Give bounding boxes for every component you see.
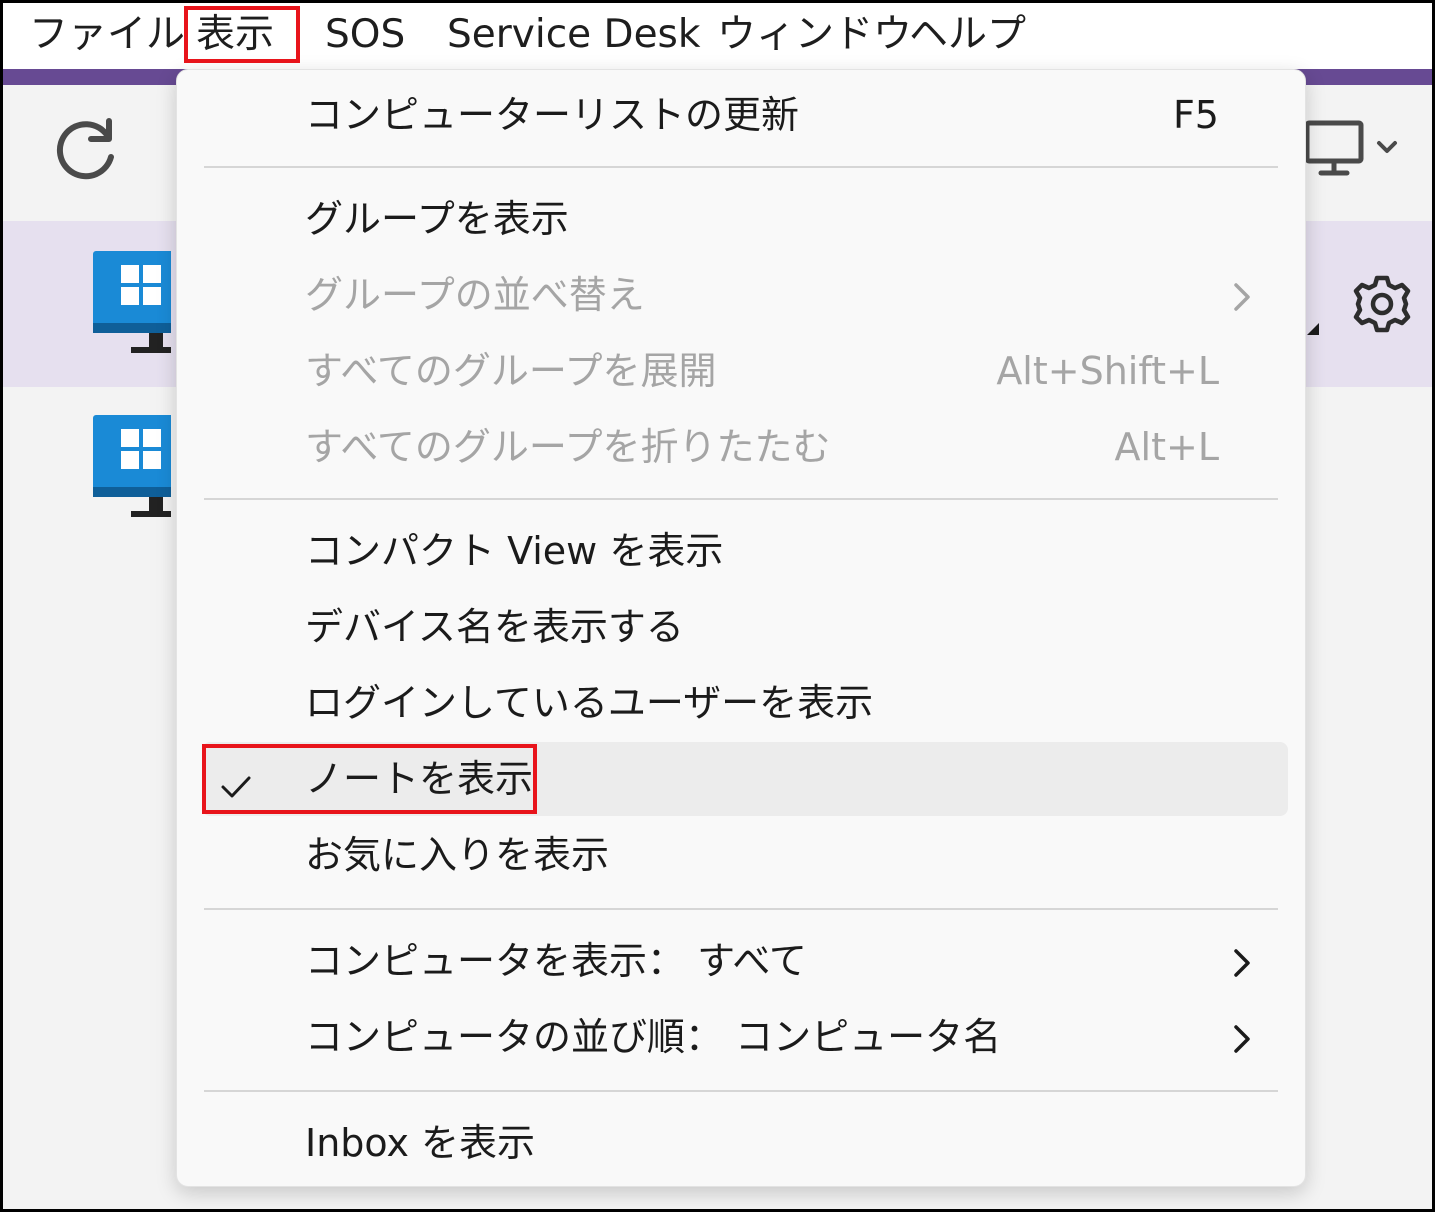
- chevron-right-icon: [1229, 277, 1255, 313]
- menu-item-expand-all-groups[interactable]: すべてのグループを展開 Alt+Shift+L: [177, 346, 1305, 396]
- chevron-right-icon: [1229, 943, 1255, 979]
- menu-item-show-computers[interactable]: コンピュータを表示： すべて: [177, 936, 1305, 986]
- menu-service-desk[interactable]: Service Desk: [447, 9, 700, 61]
- monitor-icon: [1304, 120, 1397, 176]
- menu-item-shortcut: Alt+L: [1114, 425, 1219, 469]
- menu-help[interactable]: ヘルプ: [909, 9, 1026, 61]
- menu-item-label: すべてのグループを展開: [305, 349, 717, 393]
- menu-file[interactable]: ファイル: [29, 9, 185, 61]
- menu-item-label: グループを表示: [305, 197, 569, 241]
- menu-item-show-device-name[interactable]: デバイス名を表示する: [177, 602, 1305, 652]
- menu-item-sort-computers[interactable]: コンピュータの並び順： コンピュータ名: [177, 1012, 1305, 1062]
- highlight-box-show-notes: [202, 744, 537, 814]
- menu-separator: [204, 166, 1278, 168]
- partial-icon: [1303, 315, 1323, 339]
- menu-item-label: すべてのグループを折りたたむ: [305, 425, 831, 469]
- menu-item-label: コンピュータを表示： すべて: [305, 939, 807, 983]
- menu-item-label: ログインしているユーザーを表示: [305, 681, 874, 725]
- menu-item-label: Inbox を表示: [305, 1121, 536, 1165]
- app-window: ファイル 表示 SOS Service Desk ウィンドウ ヘルプ コンピュー…: [0, 0, 1435, 1212]
- gear-icon[interactable]: [1349, 271, 1415, 337]
- menu-item-label: お気に入りを表示: [305, 833, 610, 877]
- menu-item-collapse-all-groups[interactable]: すべてのグループを折りたたむ Alt+L: [177, 422, 1305, 472]
- windows-computer-icon: [91, 411, 181, 517]
- view-menu-dropdown: コンピューターリストの更新 F5 グループを表示 グループの並べ替え すべてのグ…: [176, 69, 1306, 1187]
- menu-item-show-inbox[interactable]: Inbox を表示: [177, 1118, 1305, 1168]
- menu-item-shortcut: Alt+Shift+L: [996, 349, 1219, 393]
- windows-computer-icon: [91, 247, 181, 353]
- menu-item-label: デバイス名を表示する: [305, 605, 684, 649]
- menu-item-shortcut: F5: [1172, 93, 1219, 137]
- menu-item-label: コンピュータの並び順： コンピュータ名: [305, 1015, 1002, 1059]
- menu-separator: [204, 1090, 1278, 1092]
- menu-separator: [204, 498, 1278, 500]
- menu-item-refresh-list[interactable]: コンピューターリストの更新 F5: [177, 90, 1305, 140]
- menu-item-sort-groups[interactable]: グループの並べ替え: [177, 270, 1305, 320]
- chevron-right-icon: [1229, 1019, 1255, 1055]
- menu-item-show-favorites[interactable]: お気に入りを表示: [177, 830, 1305, 880]
- menu-item-label: コンピューターリストの更新: [305, 93, 800, 137]
- menu-item-show-logged-in-user[interactable]: ログインしているユーザーを表示: [177, 678, 1305, 728]
- refresh-icon[interactable]: [49, 113, 123, 187]
- menu-item-show-groups[interactable]: グループを表示: [177, 194, 1305, 244]
- chevron-down-icon: [1377, 141, 1397, 153]
- menu-sos[interactable]: SOS: [325, 9, 405, 61]
- menu-item-compact-view[interactable]: コンパクト View を表示: [177, 526, 1305, 576]
- display-dropdown[interactable]: [1299, 115, 1419, 185]
- menu-item-label: コンパクト View を表示: [305, 529, 724, 573]
- menu-item-label: グループの並べ替え: [305, 273, 645, 317]
- menu-window[interactable]: ウィンドウ: [717, 9, 912, 61]
- menu-separator: [204, 908, 1278, 910]
- highlight-box-view-menu: [184, 6, 300, 63]
